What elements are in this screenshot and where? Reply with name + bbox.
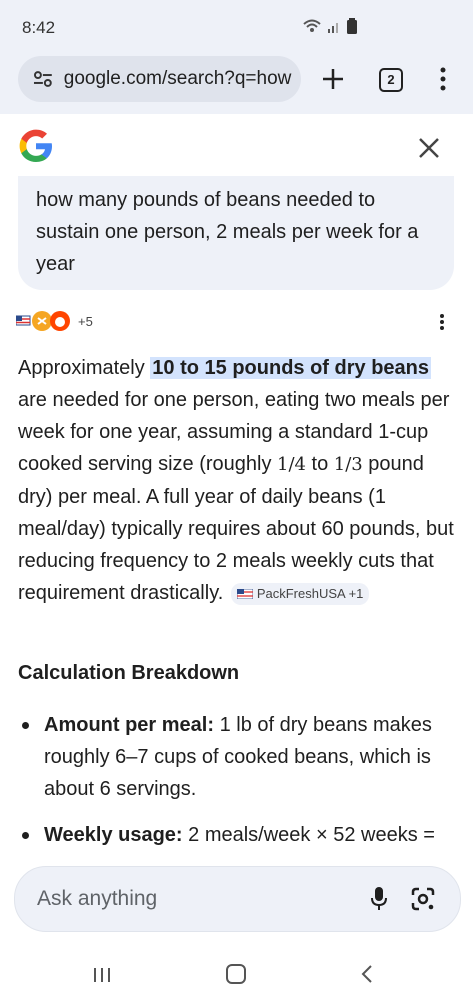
recent-apps-icon[interactable]	[91, 966, 113, 984]
bullet-label: Amount per meal:	[44, 714, 215, 736]
list-item: Amount per meal: 1 lb of dry beans makes…	[18, 709, 458, 805]
status-icons	[303, 18, 357, 34]
fraction-third: 1/3	[333, 454, 363, 475]
system-nav-bar	[0, 940, 473, 1000]
browser-menu-icon[interactable]	[438, 66, 448, 92]
ask-placeholder[interactable]: Ask anything	[37, 887, 157, 911]
fraction-quarter: 1/4	[277, 454, 306, 475]
answer-highlight: 10 to 15 pounds of dry beans	[150, 357, 431, 379]
citation-chip[interactable]: PackFreshUSA +1	[230, 582, 370, 605]
new-tab-button[interactable]	[318, 64, 348, 94]
bullet-label: Weekly usage:	[44, 824, 183, 846]
answer-text-2: to	[305, 453, 334, 475]
signal-icon	[328, 23, 338, 33]
home-button[interactable]	[226, 964, 246, 984]
query-bubble: how many pounds of beans needed to susta…	[18, 176, 454, 290]
google-lens-icon[interactable]	[410, 886, 436, 912]
answer-intro: Approximately	[18, 357, 151, 379]
answer-text-3: pound dry) per meal. A full year of dail…	[18, 453, 454, 604]
source-favicons-icon	[16, 311, 70, 331]
query-text: how many pounds of beans needed to susta…	[36, 189, 419, 275]
battery-icon	[347, 18, 357, 34]
site-info-icon[interactable]	[32, 68, 54, 90]
wifi-icon	[303, 19, 321, 32]
google-logo-icon	[19, 129, 52, 162]
bullet-text: 2 meals/week × 52 weeks =	[182, 824, 435, 846]
citation-label: PackFreshUSA +1	[256, 585, 364, 601]
tab-switcher-button[interactable]: 2	[379, 68, 403, 92]
packfresh-flag-icon	[236, 588, 253, 599]
status-time: 8:42	[22, 18, 56, 37]
status-bar: 8:42	[0, 0, 473, 56]
bullet-list: Amount per meal: 1 lb of dry beans makes…	[18, 709, 458, 865]
browser-toolbar: google.com/search?q=how 2	[0, 56, 473, 114]
sources-count[interactable]: +5	[78, 314, 93, 329]
microphone-icon[interactable]	[369, 886, 389, 912]
close-icon[interactable]	[416, 135, 442, 161]
list-item: Weekly usage: 2 meals/week × 52 weeks =	[18, 819, 458, 851]
sources-row[interactable]: +5	[16, 307, 93, 335]
back-icon[interactable]	[360, 964, 374, 984]
ask-input[interactable]: Ask anything	[14, 866, 461, 932]
answer-paragraph: Approximately 10 to 15 pounds of dry bea…	[18, 352, 458, 609]
section-heading: Calculation Breakdown	[18, 662, 240, 684]
url-text[interactable]: google.com/search?q=how	[64, 68, 301, 90]
address-bar[interactable]: google.com/search?q=how	[18, 56, 301, 102]
answer-more-icon[interactable]	[437, 313, 447, 331]
